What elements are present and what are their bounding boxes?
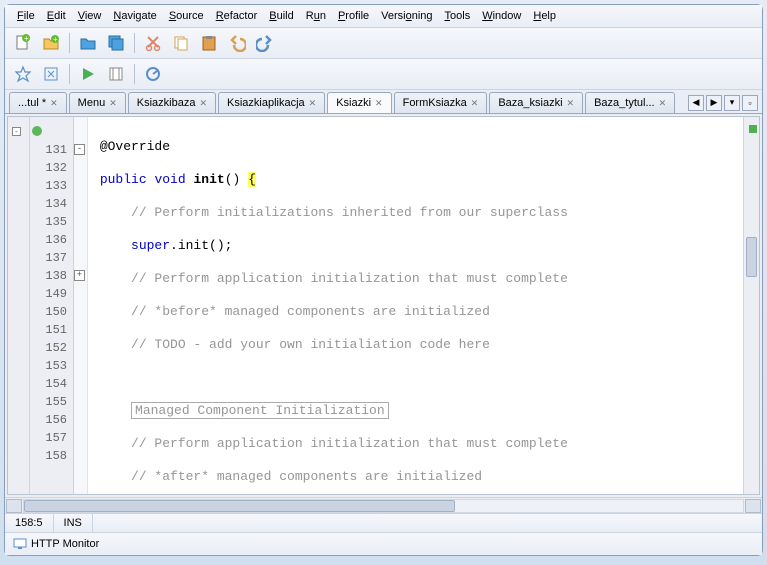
- horizontal-scrollbar[interactable]: [5, 497, 762, 513]
- scroll-left-button[interactable]: [6, 499, 22, 513]
- copy-button[interactable]: [169, 31, 193, 55]
- close-icon[interactable]: ✕: [309, 98, 317, 109]
- cursor-position: 158:5: [5, 514, 54, 532]
- save-all-button[interactable]: [104, 31, 128, 55]
- scrollbar-thumb[interactable]: [746, 237, 757, 277]
- tab-tul[interactable]: ...tul *✕: [9, 92, 67, 113]
- tab-scroll-left[interactable]: ◀: [688, 95, 704, 111]
- new-project-button[interactable]: +: [39, 31, 63, 55]
- menu-build[interactable]: Build: [263, 7, 299, 25]
- error-stripe-marker: [749, 125, 757, 133]
- svg-text:+: +: [53, 35, 58, 44]
- close-icon[interactable]: ✕: [50, 98, 58, 109]
- close-icon[interactable]: ✕: [567, 98, 575, 109]
- svg-text:+: +: [24, 34, 29, 43]
- scrollbar-thumb[interactable]: [24, 500, 455, 512]
- run-button[interactable]: [76, 62, 100, 86]
- tab-scroll-right[interactable]: ▶: [706, 95, 722, 111]
- menu-edit[interactable]: Edit: [41, 7, 72, 25]
- debug-button[interactable]: [104, 62, 128, 86]
- menu-help[interactable]: Help: [527, 7, 562, 25]
- monitor-icon: [13, 537, 27, 551]
- code-editor[interactable]: @Override public void init() { // Perfor…: [88, 117, 743, 494]
- menu-window[interactable]: Window: [476, 7, 527, 25]
- tab-ksiazki[interactable]: Ksiazki✕: [327, 92, 391, 113]
- cut-button[interactable]: [141, 31, 165, 55]
- tab-nav: ◀ ▶ ▾ ▫: [686, 95, 758, 111]
- line-gutter[interactable]: 131 132 133 134 135 136 137 138 149 150 …: [30, 117, 74, 494]
- editor-area: - 131 132 133 134 135 136 137 138 149 15…: [7, 116, 760, 495]
- undo-button[interactable]: [225, 31, 249, 55]
- tab-maximize[interactable]: ▫: [742, 95, 758, 111]
- menu-profile[interactable]: Profile: [332, 7, 375, 25]
- close-icon[interactable]: ✕: [109, 98, 117, 109]
- close-icon[interactable]: ✕: [375, 98, 383, 109]
- menu-tools[interactable]: Tools: [439, 7, 477, 25]
- menu-view[interactable]: View: [72, 7, 108, 25]
- redo-button[interactable]: [253, 31, 277, 55]
- close-icon[interactable]: ✕: [471, 98, 479, 109]
- tab-ksiazkiaplikacja[interactable]: Ksiazkiaplikacja✕: [218, 92, 325, 113]
- tab-baza-tytul[interactable]: Baza_tytul...✕: [585, 92, 675, 113]
- build-button[interactable]: [11, 62, 35, 86]
- tab-ksiazkibaza[interactable]: Ksiazkibaza✕: [128, 92, 216, 113]
- tab-menu[interactable]: Menu✕: [69, 92, 126, 113]
- tab-list-dropdown[interactable]: ▾: [724, 95, 740, 111]
- new-file-button[interactable]: +: [11, 31, 35, 55]
- bottom-panel[interactable]: HTTP Monitor: [5, 532, 762, 555]
- tab-formksiazka[interactable]: FormKsiazka✕: [394, 92, 488, 113]
- clean-build-button[interactable]: [39, 62, 63, 86]
- editor-tabs: ...tul *✕ Menu✕ Ksiazkibaza✕ Ksiazkiapli…: [5, 90, 762, 114]
- scroll-right-button[interactable]: [745, 499, 761, 513]
- close-icon[interactable]: ✕: [199, 98, 207, 109]
- editor-statusbar: 158:5 INS: [5, 513, 762, 532]
- vertical-scrollbar[interactable]: [743, 117, 759, 494]
- toolbar-run: [5, 59, 762, 90]
- tab-baza-ksiazki[interactable]: Baza_ksiazki✕: [489, 92, 583, 113]
- http-monitor-label: HTTP Monitor: [31, 538, 99, 550]
- close-icon[interactable]: ✕: [659, 98, 667, 109]
- toolbar-main: + +: [5, 28, 762, 59]
- menu-source[interactable]: Source: [163, 7, 210, 25]
- menu-navigate[interactable]: Navigate: [107, 7, 162, 25]
- fold-column[interactable]: [74, 117, 88, 494]
- gutter-override-marker: [30, 123, 73, 141]
- profile-button[interactable]: [141, 62, 165, 86]
- paste-button[interactable]: [197, 31, 221, 55]
- menubar: File Edit View Navigate Source Refactor …: [5, 5, 762, 28]
- ide-window: File Edit View Navigate Source Refactor …: [4, 4, 763, 556]
- menu-refactor[interactable]: Refactor: [210, 7, 264, 25]
- menu-file[interactable]: File: [11, 7, 41, 25]
- left-gutter[interactable]: -: [8, 117, 30, 494]
- insert-mode: INS: [54, 514, 93, 532]
- menu-versioning[interactable]: Versioning: [375, 7, 438, 25]
- open-button[interactable]: [76, 31, 100, 55]
- menu-run[interactable]: Run: [300, 7, 332, 25]
